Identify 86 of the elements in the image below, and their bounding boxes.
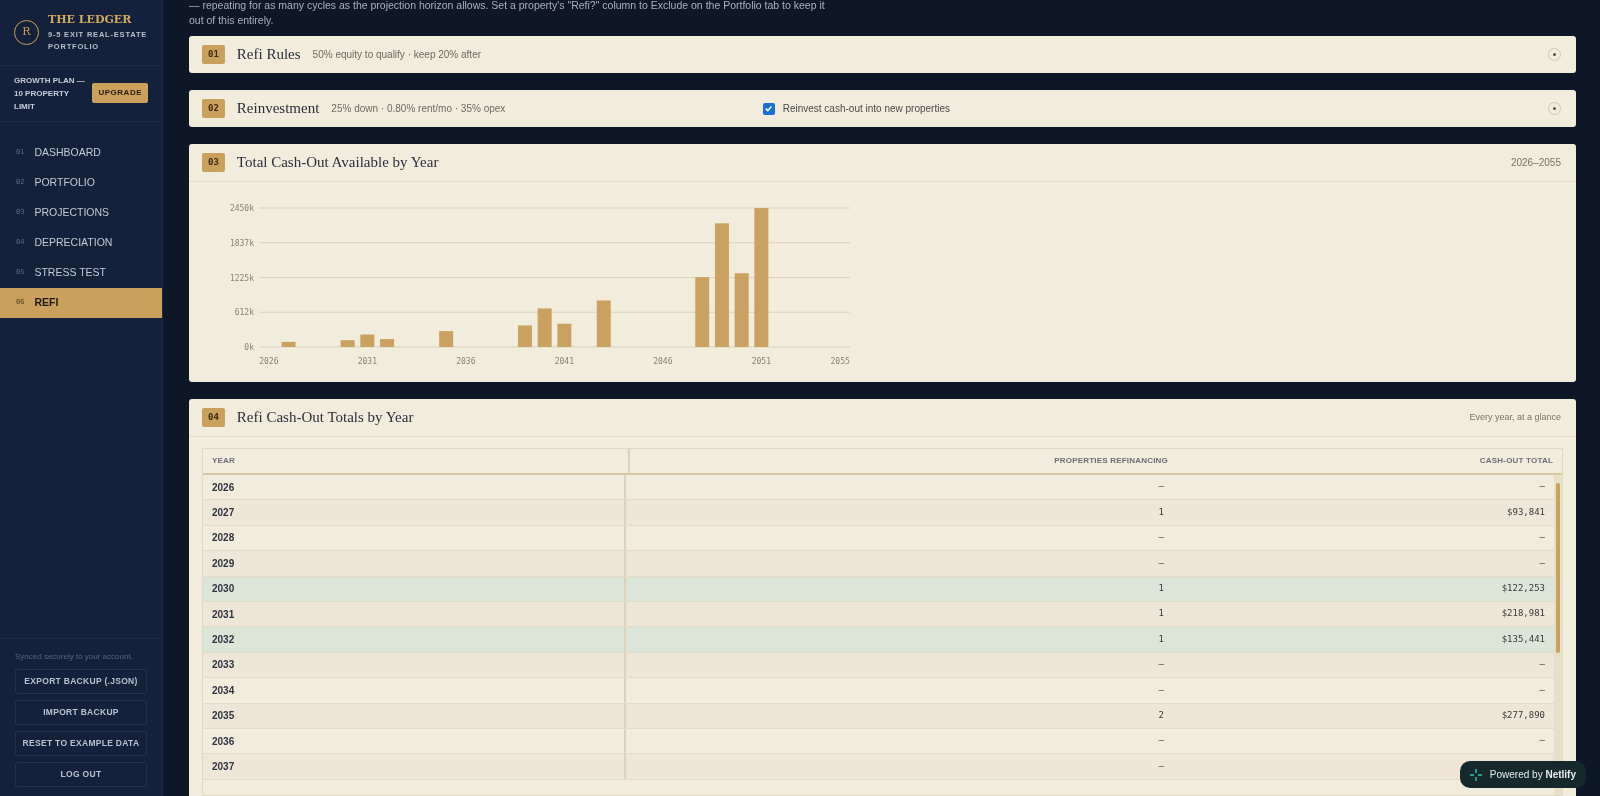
table-cell-text: – [1538, 683, 1546, 697]
table-cell-text: – [1538, 556, 1546, 570]
axis-label: 2450k [229, 204, 254, 213]
table-cell-text: 2 [1157, 708, 1164, 722]
section-number: 01 [202, 44, 225, 65]
axis-label: 2046 [653, 357, 673, 366]
netlify-badge[interactable]: Powered by Netlify [1459, 761, 1586, 788]
checkbox[interactable] [762, 102, 775, 115]
chart-bar [596, 300, 611, 347]
table-cell-text: – [1157, 683, 1164, 697]
table-cell-text: – [1538, 531, 1546, 545]
axis-label: 1225k [229, 273, 254, 283]
nav-label: STRESS TEST [34, 264, 106, 280]
column-header: CASH-OUT TOTAL [1478, 455, 1554, 467]
table-cell-text: – [1538, 734, 1546, 748]
axis-label: 2051 [751, 357, 771, 366]
table-cell-text: – [1157, 759, 1164, 773]
table-cell-text: 1 [1157, 607, 1164, 621]
section-summary: 50% equity to qualify · keep 20% after [312, 48, 482, 62]
table-cell: 2032 [203, 627, 626, 652]
brand-title: THE LEDGER [48, 12, 133, 28]
table-cell-text: $135,441 [1500, 632, 1546, 646]
column-header: PROPERTIES REFINANCING [1053, 455, 1168, 467]
table-cell-text: 1 [1157, 632, 1164, 646]
nav-label: PORTFOLIO [34, 174, 95, 190]
chart-bar [281, 341, 296, 347]
nav-label: REFI [34, 294, 59, 310]
upgrade-button[interactable]: UPGRADE [92, 83, 148, 103]
chart-bar [517, 325, 532, 347]
year-range: 2026–2055 [1510, 156, 1561, 170]
chart-bar [557, 323, 572, 347]
checkbox-label: Reinvest cash-out into new properties [782, 102, 950, 116]
axis-label: 2041 [554, 357, 574, 366]
axis-label: 2031 [357, 357, 377, 366]
table-cell: 2037 [203, 754, 626, 779]
plan-label: GROWTH PLAN — 10 PROPERTY LIMIT [14, 74, 86, 113]
section-title: Refi Cash-Out Totals by Year [236, 408, 414, 428]
table-cell-text: 1 [1157, 582, 1164, 595]
axis-label: 2036 [456, 357, 476, 366]
table-cell: 2029 [203, 551, 626, 576]
axis-label: 2055 [830, 357, 850, 366]
section-title: Reinvestment [236, 99, 320, 119]
table-cell-text: 1 [1157, 505, 1164, 519]
table-cell-text: – [1157, 556, 1164, 570]
nav-label: DEPRECIATION [34, 234, 113, 250]
section-number: 03 [202, 152, 225, 173]
table-cell-text: $93,841 [1506, 505, 1546, 519]
chart-bar [340, 340, 355, 347]
nav-label: DASHBOARD [34, 144, 101, 160]
sidebar-button[interactable]: EXPORT BACKUP (.JSON) [15, 669, 147, 694]
section-number: 04 [202, 407, 225, 428]
sidebar-button[interactable]: RESET TO EXAMPLE DATA [15, 731, 147, 756]
table-cell: 2027 [203, 500, 626, 525]
section-title: Total Cash-Out Available by Year [236, 153, 439, 173]
badge-text: Powered by Netlify [1489, 768, 1576, 782]
section-number: 02 [202, 98, 225, 119]
table-cell-text: – [1538, 658, 1546, 672]
axis-label: 2026 [259, 357, 279, 366]
table-cell-text: – [1157, 480, 1164, 494]
table-cell-text: $277,890 [1500, 708, 1546, 722]
chart-bar [537, 308, 552, 347]
section-note: Every year, at a glance [1469, 410, 1561, 424]
chart-bar [380, 339, 395, 347]
axis-label: 1837k [229, 238, 254, 248]
axis-label: 0k [244, 343, 254, 352]
intro-text: — repeating for as many cycles as the projection horizon allows. Set a property's "Refi?" column to Exclude on the Portfolio tab to keep it out of this entirely. [189, 0, 826, 28]
sidebar-button[interactable]: LOG OUT [15, 762, 147, 787]
section-title: Refi Rules [236, 45, 301, 65]
sidebar-button[interactable]: IMPORT BACKUP [15, 700, 147, 725]
section-summary: 25% down · 0.80% rent/mo · 35% opex [331, 102, 506, 116]
table-cell-text: – [1157, 658, 1164, 672]
chart-bar [695, 277, 710, 347]
table-cell-text: – [1157, 734, 1164, 748]
table-cell-text: $122,253 [1500, 582, 1546, 595]
table-cell: 2035 [203, 703, 626, 728]
table-cell-text: – [1157, 531, 1164, 545]
table-cell-text: – [1538, 480, 1546, 494]
chart-bar [439, 331, 454, 347]
table-cell: 2030 [203, 576, 626, 601]
axis-label: 612k [234, 308, 254, 318]
sparkle-icon [1469, 768, 1482, 781]
table-cell-text: $218,981 [1500, 607, 1546, 621]
nav-label: PROJECTIONS [34, 204, 110, 220]
table-cell: 2034 [203, 678, 626, 703]
chart-bar [360, 334, 375, 347]
column-header: YEAR [203, 449, 630, 473]
